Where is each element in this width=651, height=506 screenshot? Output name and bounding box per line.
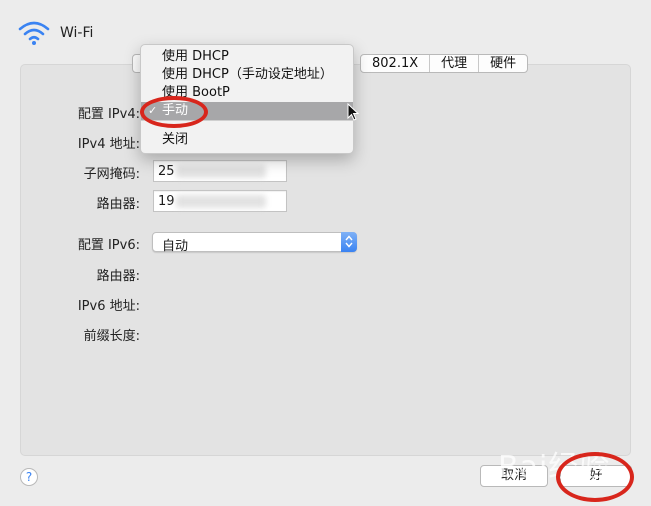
- router-value: 19: [158, 194, 175, 209]
- menu-item-dhcp[interactable]: 使用 DHCP: [141, 48, 353, 66]
- help-button[interactable]: ?: [20, 468, 38, 486]
- ipv4-config-label: 配置 IPv4:: [77, 107, 140, 122]
- router-label: 路由器:: [96, 197, 140, 212]
- redacted-blur: [176, 165, 266, 178]
- wifi-icon: [18, 21, 50, 45]
- tab-bar: 802.1X 代理 硬件: [360, 54, 529, 73]
- window-header: Wi-Fi: [18, 18, 93, 48]
- annotation-circle-ok: [556, 452, 634, 502]
- ipv6-config-value: 自动: [162, 239, 189, 254]
- mouse-cursor-icon: [347, 103, 359, 121]
- tab-8021x[interactable]: 802.1X: [361, 55, 431, 72]
- ipv6-config-label: 配置 IPv6:: [77, 238, 140, 253]
- prefix-length-label: 前缀长度:: [83, 329, 140, 344]
- menu-item-off[interactable]: 关闭: [141, 131, 353, 149]
- ipv6-address-label: IPv6 地址:: [77, 299, 140, 314]
- ipv6-router-label: 路由器:: [96, 269, 140, 284]
- window-title: Wi-Fi: [60, 25, 94, 41]
- tab-proxy[interactable]: 代理: [430, 55, 480, 72]
- subnet-mask-field[interactable]: 25: [153, 160, 287, 182]
- tab-hardware[interactable]: 硬件: [479, 55, 527, 72]
- menu-item-dhcp-manual[interactable]: 使用 DHCP（手动设定地址）: [141, 66, 353, 84]
- subnet-mask-label: 子网掩码:: [83, 167, 140, 182]
- redacted-blur: [176, 195, 266, 208]
- router-field[interactable]: 19: [153, 190, 287, 212]
- ipv6-config-select[interactable]: 自动: [152, 232, 357, 254]
- ipv4-address-label: IPv4 地址:: [77, 137, 140, 152]
- updown-arrows-icon: [341, 232, 357, 252]
- annotation-circle-manual: [140, 96, 208, 128]
- subnet-mask-value: 25: [158, 164, 175, 179]
